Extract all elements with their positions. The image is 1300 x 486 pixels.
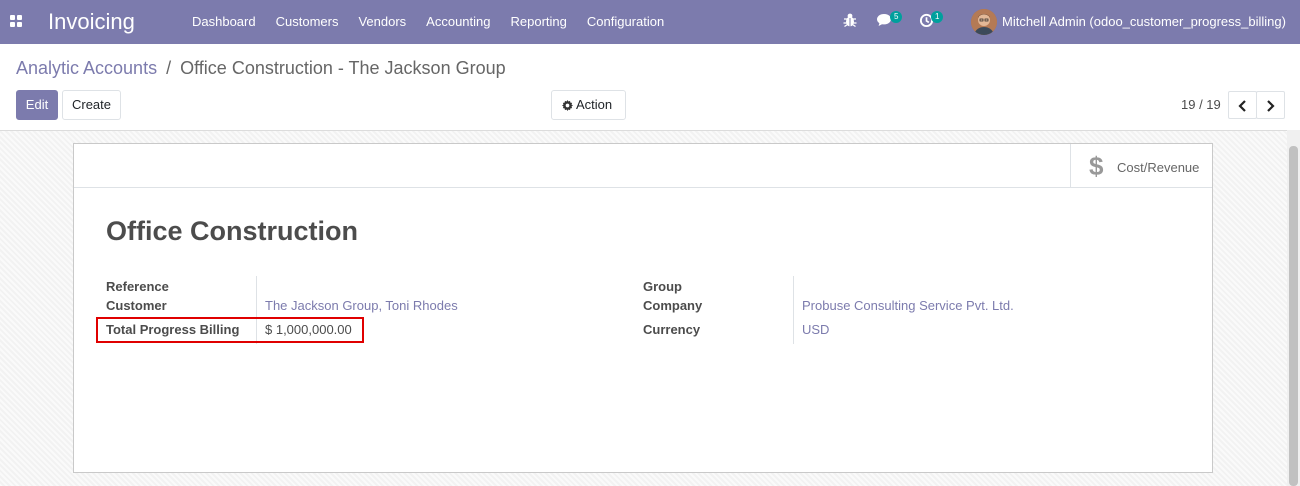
chevron-left-icon xyxy=(1238,100,1246,112)
vertical-scrollbar[interactable] xyxy=(1287,130,1300,486)
menu-item-vendors[interactable]: Vendors xyxy=(348,0,416,44)
right-group-divider xyxy=(793,276,794,344)
pager-next-button[interactable] xyxy=(1256,91,1285,119)
messages-icon[interactable]: 5 xyxy=(876,11,903,32)
left-group-divider xyxy=(256,276,257,344)
activities-badge: 1 xyxy=(931,11,944,23)
company-label: Company xyxy=(643,298,703,313)
user-menu-name[interactable]: Mitchell Admin (odoo_customer_progress_b… xyxy=(1002,14,1286,29)
group-label: Group xyxy=(643,279,682,294)
pager-value[interactable]: 19 / 19 xyxy=(1181,97,1221,112)
button-box: $ Cost/Revenue xyxy=(74,144,1212,188)
breadcrumb-separator: / xyxy=(166,58,172,78)
pager-previous-button[interactable] xyxy=(1228,91,1257,119)
apps-menu-icon[interactable] xyxy=(10,15,22,27)
reference-label: Reference xyxy=(106,279,169,294)
top-navbar: Invoicing Dashboard Customers Vendors Ac… xyxy=(0,0,1300,44)
record-title: Office Construction xyxy=(106,216,359,246)
menu-item-accounting[interactable]: Accounting xyxy=(416,0,500,44)
currency-label: Currency xyxy=(643,322,701,337)
main-menu: Dashboard Customers Vendors Accounting R… xyxy=(182,0,674,44)
app-name[interactable]: Invoicing xyxy=(48,9,135,35)
customer-link[interactable]: The Jackson Group, Toni Rhodes xyxy=(265,298,458,313)
total-progress-billing-value: $ 1,000,000.00 xyxy=(265,322,352,337)
menu-item-dashboard[interactable]: Dashboard xyxy=(182,0,266,44)
menu-item-customers[interactable]: Customers xyxy=(266,0,349,44)
create-button[interactable]: Create xyxy=(62,90,121,120)
debug-bug-icon[interactable] xyxy=(843,12,857,32)
customer-label: Customer xyxy=(106,298,167,313)
scrollbar-thumb[interactable] xyxy=(1289,146,1298,486)
action-dropdown-button[interactable]: Action xyxy=(551,90,626,120)
user-avatar[interactable] xyxy=(971,9,997,35)
company-link[interactable]: Probuse Consulting Service Pvt. Ltd. xyxy=(802,298,1014,313)
dollar-icon: $ xyxy=(1089,151,1104,181)
cost-revenue-label: Cost/Revenue xyxy=(1117,160,1200,175)
breadcrumb: Analytic Accounts / Office Construction … xyxy=(16,58,506,79)
menu-item-reporting[interactable]: Reporting xyxy=(501,0,577,44)
messages-badge: 5 xyxy=(890,11,903,23)
breadcrumb-analytic-accounts[interactable]: Analytic Accounts xyxy=(16,58,157,78)
menu-item-configuration[interactable]: Configuration xyxy=(577,0,674,44)
gear-icon xyxy=(562,100,573,111)
chevron-right-icon xyxy=(1267,100,1275,112)
breadcrumb-current-record: Office Construction - The Jackson Group xyxy=(180,58,506,78)
action-label: Action xyxy=(576,97,613,112)
currency-link[interactable]: USD xyxy=(802,322,829,337)
cost-revenue-button[interactable]: $ Cost/Revenue xyxy=(1070,144,1212,188)
total-progress-billing-label: Total Progress Billing xyxy=(106,322,240,337)
edit-button[interactable]: Edit xyxy=(16,90,58,120)
activities-clock-icon[interactable]: 1 xyxy=(919,11,944,32)
